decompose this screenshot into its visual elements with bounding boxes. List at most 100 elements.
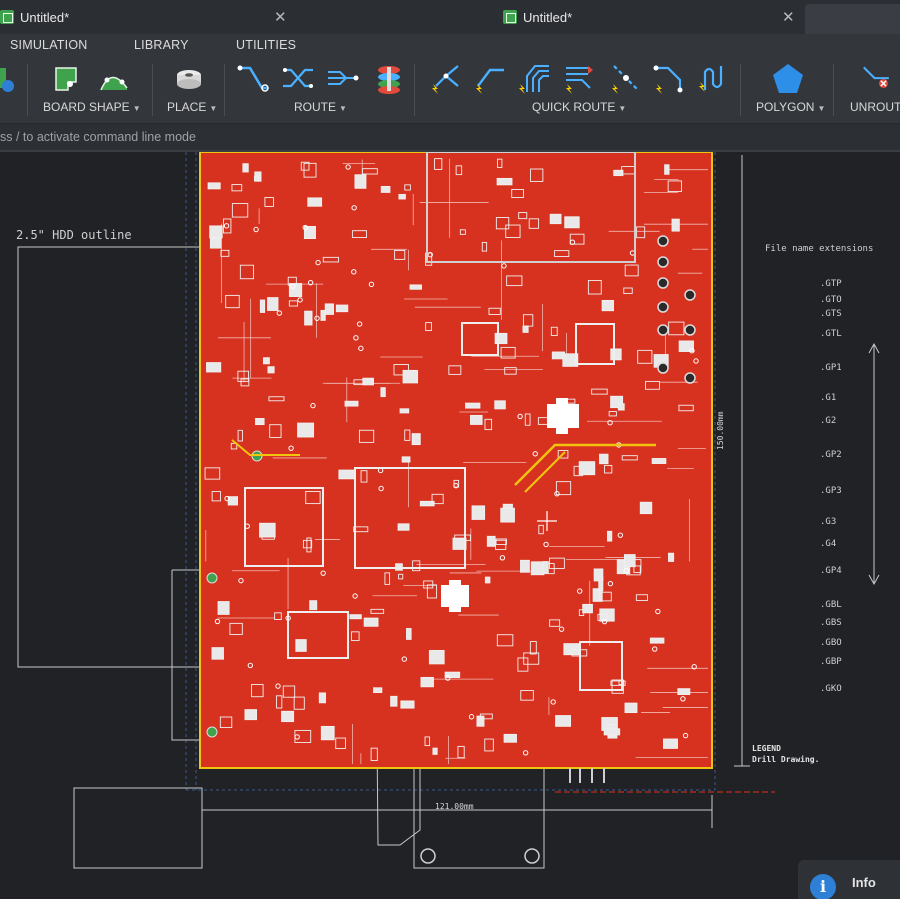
component-pad — [530, 561, 545, 576]
route-multi-icon[interactable] — [326, 62, 360, 96]
separator — [833, 64, 834, 116]
file-extension-item: .GTS — [820, 309, 842, 319]
hole — [684, 289, 696, 301]
quick-route-tune-icon[interactable] — [697, 62, 731, 96]
tab-untitled-2[interactable]: Untitled* ✕ — [503, 0, 803, 34]
component-pad — [520, 559, 530, 573]
quick-route-bus-icon[interactable] — [517, 62, 551, 96]
component-pad — [267, 297, 279, 311]
document-tab-strip: Untitled* ✕ Untitled* ✕ — [0, 0, 900, 34]
new-tab-area[interactable] — [805, 4, 900, 34]
component-pad — [406, 628, 412, 640]
test-pad — [206, 726, 218, 738]
hdd-outline-label: 2.5" HDD outline — [16, 228, 132, 242]
board-shape-dropdown[interactable]: BOARD SHAPE ▼ — [43, 100, 141, 114]
file-extension-item: .GP2 — [820, 450, 842, 460]
unroute-icon[interactable] — [862, 62, 896, 96]
component-pad — [428, 649, 445, 665]
polygon-dropdown[interactable]: POLYGON ▼ — [756, 100, 825, 114]
file-extension-item: .GTP — [820, 279, 842, 289]
pcb-drawing[interactable] — [0, 152, 900, 899]
hole — [684, 372, 696, 384]
component-pad — [603, 728, 621, 736]
file-extension-item: .GBO — [820, 638, 842, 648]
component-pad — [397, 523, 410, 531]
component-pad — [668, 552, 675, 562]
quick-route-fanout-icon[interactable] — [428, 62, 462, 96]
component-pad — [486, 535, 496, 547]
connector-outline — [73, 787, 203, 869]
quick-route-single-icon[interactable] — [472, 62, 506, 96]
mechanical-outline — [171, 569, 200, 741]
component-pad — [578, 461, 596, 476]
tab-untitled-1[interactable]: Untitled* ✕ — [0, 0, 300, 34]
component-pad — [304, 310, 313, 326]
component-pad — [607, 530, 613, 542]
board-shape-curve-icon[interactable] — [97, 62, 131, 96]
component-pad — [496, 177, 513, 186]
file-extension-item: .GTL — [820, 329, 842, 339]
component-pad — [494, 332, 508, 345]
ribbon-menu-tabs: SIMULATION LIBRARY UTILITIES — [0, 34, 900, 58]
ribbon-toolbar: BOARD SHAPE ▼ PLACE ▼ ROUTE ▼ QUICK ROUT… — [0, 58, 900, 124]
via-stack-icon[interactable] — [372, 62, 406, 96]
menu-simulation[interactable]: SIMULATION — [10, 38, 87, 52]
quick-route-multi-icon[interactable] — [562, 62, 596, 96]
pcb-canvas[interactable]: 2.5" HDD outline File name extensions 12… — [0, 152, 900, 899]
command-line-bar[interactable]: ss / to activate command line mode — [0, 124, 900, 152]
pcb-document-icon — [503, 10, 517, 24]
component-pad — [259, 522, 276, 538]
unroute-label[interactable]: UNROUT — [850, 100, 900, 114]
route-differential-icon[interactable] — [281, 62, 315, 96]
hole — [657, 277, 669, 289]
component-pad — [564, 216, 580, 229]
component-pad — [639, 501, 653, 515]
quick-route-diagonal-icon[interactable] — [608, 62, 642, 96]
place-component-icon[interactable] — [172, 62, 206, 96]
component-pad — [401, 456, 411, 463]
info-panel[interactable]: i Info — [798, 860, 900, 899]
polygon-icon[interactable] — [771, 62, 805, 96]
component-pad — [253, 175, 260, 182]
place-dropdown[interactable]: PLACE ▼ — [167, 100, 217, 114]
component-pad — [390, 695, 398, 707]
component-pad — [399, 408, 410, 414]
hole — [684, 324, 696, 336]
component-pad — [207, 182, 221, 190]
component-pad — [354, 174, 367, 189]
file-extension-item: .GKO — [820, 684, 842, 694]
component-pad — [307, 197, 323, 207]
component-pad — [563, 643, 580, 656]
separator — [152, 64, 153, 116]
component-pad — [624, 702, 638, 714]
component-pad — [542, 561, 549, 574]
close-icon[interactable]: ✕ — [782, 8, 795, 26]
menu-library[interactable]: LIBRARY — [134, 38, 189, 52]
command-line-hint: ss / to activate command line mode — [0, 130, 196, 144]
component-pad — [610, 348, 622, 361]
pcb-editor-window: Untitled* ✕ Untitled* ✕ SIMULATION LIBRA… — [0, 0, 900, 899]
close-icon[interactable]: ✕ — [274, 8, 287, 26]
component-pad — [664, 164, 670, 175]
component-pad — [649, 637, 665, 644]
component-pad — [503, 733, 517, 743]
component-pad — [320, 725, 335, 741]
board-shape-icon[interactable] — [50, 62, 84, 96]
menu-utilities[interactable]: UTILITIES — [236, 38, 296, 52]
quick-route-dropdown[interactable]: QUICK ROUTE ▼ — [532, 100, 626, 114]
file-extension-item: .GBL — [820, 600, 842, 610]
file-extension-item: .GBS — [820, 618, 842, 628]
route-icon[interactable] — [236, 62, 270, 96]
hole — [657, 256, 669, 268]
info-icon[interactable]: i — [810, 874, 836, 899]
edge-connector-pins — [569, 768, 605, 783]
gear-icon[interactable] — [0, 62, 26, 96]
height-dimension-value: 150.00mm — [716, 411, 725, 450]
component-pad — [320, 309, 326, 321]
quick-route-corner-icon[interactable] — [652, 62, 686, 96]
component-pad — [259, 299, 266, 313]
component-pad — [244, 709, 258, 721]
component-pad — [677, 688, 691, 695]
route-dropdown[interactable]: ROUTE ▼ — [294, 100, 347, 114]
component-pad — [255, 418, 265, 426]
